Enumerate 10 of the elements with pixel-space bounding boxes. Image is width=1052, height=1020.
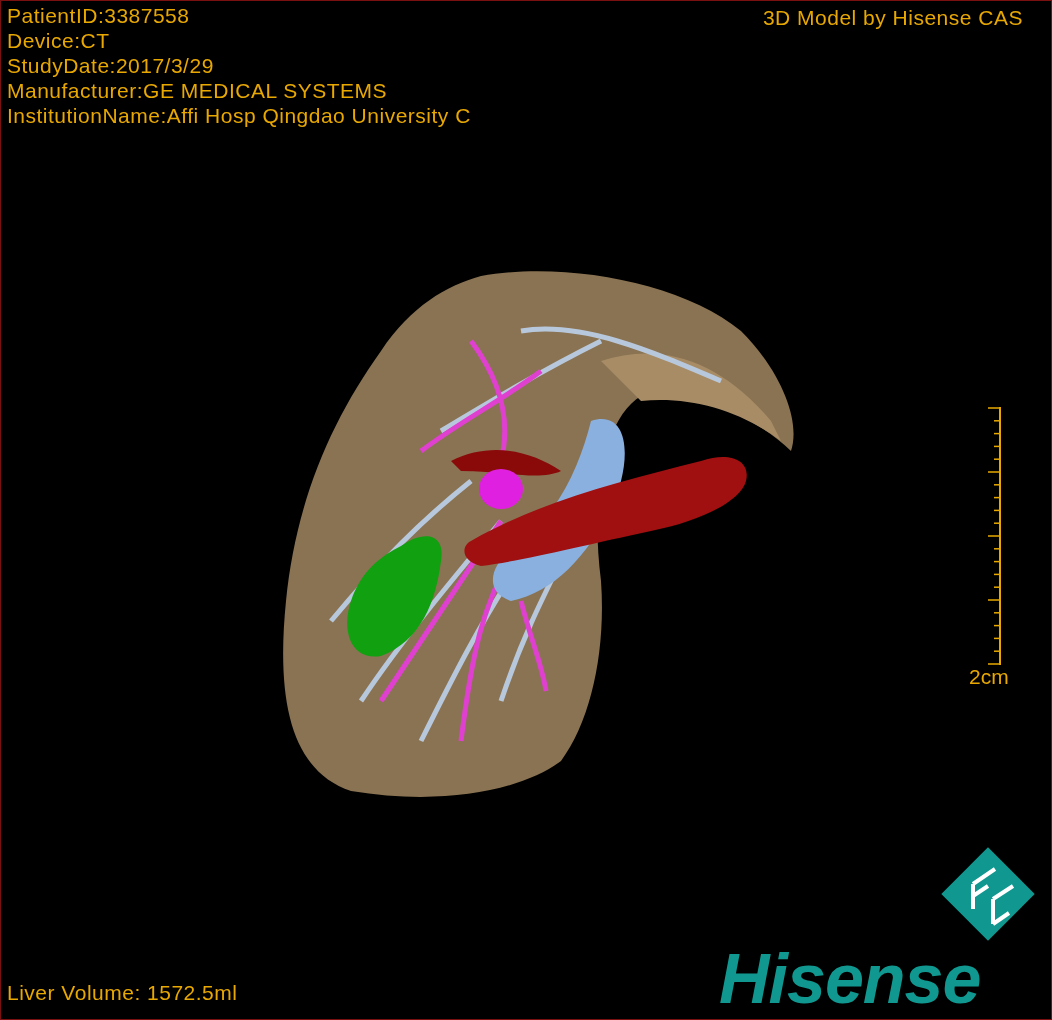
scale-ruler-icon bbox=[986, 407, 1002, 665]
patient-info-text: InstitutionName:Affi Hosp Qingdao University C bbox=[7, 103, 471, 128]
model-caption: 3D Model by Hisense CAS bbox=[762, 5, 1023, 30]
patient-info-text: Manufacturer:GE MEDICAL SYSTEMS bbox=[7, 78, 388, 103]
patient-info-text: StudyDate:2017/3/29 bbox=[7, 53, 215, 78]
liver-volume-text: Liver Volume: 1572.5ml bbox=[7, 980, 238, 1005]
patient-info-text: PatientID:3387558 bbox=[7, 3, 191, 28]
logo-text: Hisense bbox=[719, 939, 981, 1019]
patient-info-text: Device:CT bbox=[7, 28, 111, 53]
scale-label: 2cm bbox=[969, 664, 1009, 689]
